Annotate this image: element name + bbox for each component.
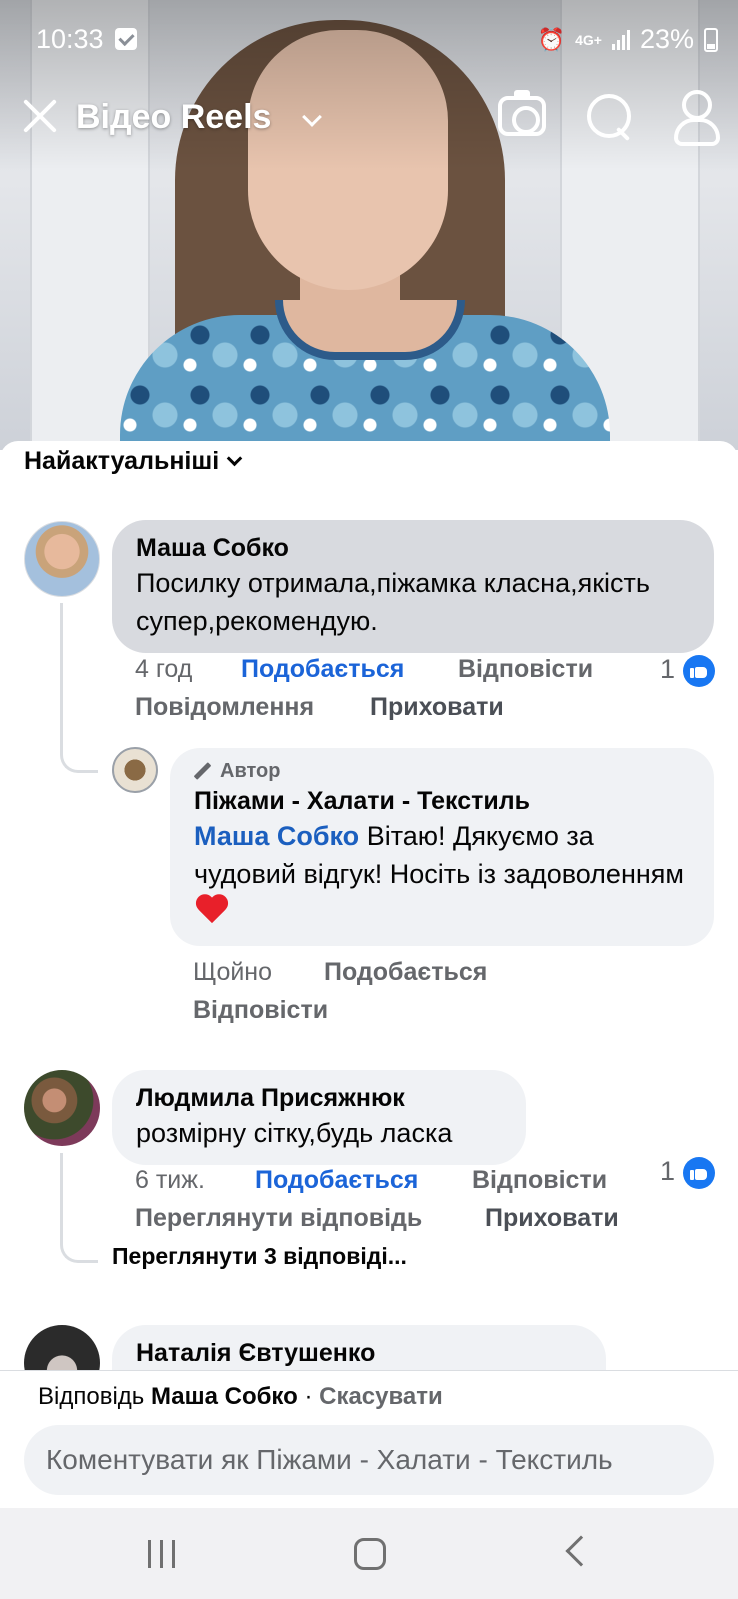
thread-line: [60, 603, 98, 773]
view-replies-link[interactable]: Переглянути 3 відповіді...: [112, 1243, 407, 1270]
sort-dropdown[interactable]: Найактуальніші: [24, 447, 243, 476]
comment-time: 6 тиж.: [135, 1166, 205, 1194]
status-icons: ⏰ 4G+ 23%: [538, 24, 718, 55]
heart-emoji-icon: [194, 895, 230, 925]
comment-actions: 6 тиж. Подобається Відповісти Переглянут…: [135, 1162, 715, 1242]
page-avatar[interactable]: [112, 747, 158, 793]
comment-author[interactable]: Людмила Присяжнюк: [136, 1082, 502, 1114]
comment-text: Посилку отримала,піжамка класна,якість с…: [136, 568, 650, 636]
chevron-down-icon: [226, 450, 243, 467]
reel-video[interactable]: 10:33 ⏰ 4G+ 23% Відео Reels: [0, 0, 738, 450]
signal-icon: [611, 29, 630, 50]
reply-composer: Відповідь Маша Собко · Скасувати Коменту…: [0, 1370, 738, 1508]
message-button[interactable]: Повідомлення: [135, 689, 314, 726]
thread-line: [60, 1153, 63, 1237]
comment-input[interactable]: Коментувати як Піжами - Халати - Текстил…: [24, 1425, 714, 1495]
video-person-collar: [275, 300, 465, 360]
home-icon[interactable]: [354, 1538, 386, 1570]
replying-prefix: Відповідь: [38, 1383, 145, 1410]
back-icon[interactable]: [565, 1535, 597, 1567]
battery-percent: 23%: [639, 24, 694, 54]
alarm-icon: ⏰: [537, 26, 566, 52]
notification-check-icon: [115, 28, 137, 50]
replying-target: Маша Собко: [150, 1383, 298, 1410]
author-badge: Автор: [194, 760, 690, 783]
comment-actions: 4 год Подобається Відповісти Повідомленн…: [135, 651, 715, 731]
reply-author[interactable]: Піжами - Халати - Текстиль: [194, 785, 690, 817]
chevron-down-icon[interactable]: [302, 107, 322, 127]
system-navigation-bar: [0, 1508, 738, 1599]
comment-author[interactable]: Маша Собко: [136, 532, 690, 564]
reply-text: Маша Собко Вітаю! Дякуємо за чудовий від…: [194, 817, 690, 931]
like-reaction-icon: [683, 1157, 715, 1189]
avatar[interactable]: [24, 1070, 100, 1146]
status-time: 10:33: [36, 24, 104, 54]
reply-button[interactable]: Відповісти: [458, 651, 593, 688]
camera-icon[interactable]: [498, 90, 546, 136]
comment-author[interactable]: Наталія Євтушенко: [136, 1337, 582, 1369]
search-icon[interactable]: [585, 92, 633, 140]
like-button[interactable]: Подобається: [241, 651, 404, 688]
reply-like-button[interactable]: Подобається: [324, 954, 487, 991]
reply-button[interactable]: Відповісти: [472, 1162, 607, 1199]
thread-line: [60, 1231, 98, 1263]
recent-apps-icon[interactable]: [148, 1540, 178, 1568]
cancel-reply-button[interactable]: Скасувати: [319, 1383, 443, 1410]
reply-mention[interactable]: Маша Собко: [194, 821, 359, 851]
comment-time: 4 год: [135, 655, 193, 683]
author-badge-label: Автор: [220, 760, 281, 782]
reels-title[interactable]: Відео Reels: [76, 98, 271, 137]
reply-bubble[interactable]: Автор Піжами - Халати - Текстиль Маша Со…: [170, 748, 714, 946]
view-reply-button[interactable]: Переглянути відповідь: [135, 1200, 422, 1237]
reels-header: Відео Reels: [0, 88, 738, 148]
hide-button[interactable]: Приховати: [485, 1200, 619, 1237]
replying-separator: ·: [297, 1383, 320, 1410]
comments-sheet: Найактуальніші Маша Собко Посилку отрима…: [0, 441, 738, 1508]
close-icon[interactable]: [20, 96, 60, 136]
reaction-count[interactable]: 1: [660, 1156, 675, 1187]
comment-bubble[interactable]: Маша Собко Посилку отримала,піжамка клас…: [112, 520, 714, 653]
reply-time: Щойно: [193, 958, 273, 986]
like-reaction-icon: [683, 655, 715, 687]
reply-reply-button[interactable]: Відповісти: [193, 992, 328, 1029]
battery-icon: [704, 27, 718, 52]
reply-actions: Щойно Подобається Відповісти: [193, 954, 713, 1034]
status-bar: 10:33 ⏰ 4G+ 23%: [0, 18, 738, 62]
like-button[interactable]: Подобається: [255, 1162, 418, 1199]
network-type: 4G+: [575, 31, 602, 48]
pencil-icon: [194, 763, 212, 781]
profile-icon[interactable]: [672, 90, 720, 146]
reaction-count[interactable]: 1: [660, 654, 675, 685]
replying-to: Відповідь Маша Собко · Скасувати: [38, 1383, 443, 1411]
comment-text: розмірну сітку,будь ласка: [136, 1118, 453, 1148]
hide-button[interactable]: Приховати: [370, 689, 504, 726]
avatar[interactable]: [24, 521, 100, 597]
comment-bubble[interactable]: Людмила Присяжнюк розмірну сітку,будь ла…: [112, 1070, 526, 1165]
sort-label: Найактуальніші: [24, 447, 220, 475]
